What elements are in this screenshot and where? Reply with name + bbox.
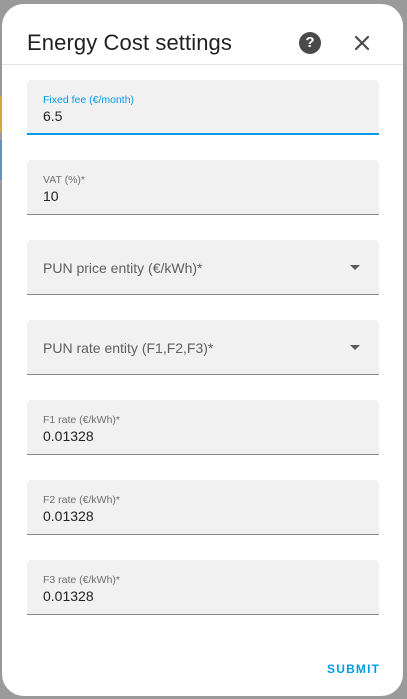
pun-rate-entity-label: PUN rate entity (F1,F2,F3)* [43, 340, 214, 356]
vat-field[interactable]: VAT (%)* 10 [27, 160, 379, 215]
dropdown-arrow-icon[interactable] [350, 265, 360, 270]
f2-rate-input[interactable]: 0.01328 [43, 508, 94, 524]
f2-rate-field[interactable]: F2 rate (€/kWh)* 0.01328 [27, 480, 379, 535]
submit-button[interactable]: SUBMIT [327, 662, 380, 676]
f2-rate-label: F2 rate (€/kWh)* [43, 494, 121, 506]
f3-rate-label: F3 rate (€/kWh)* [43, 574, 121, 586]
f3-rate-field[interactable]: F3 rate (€/kWh)* 0.01328 [27, 560, 379, 615]
dialog-title: Energy Cost settings [27, 30, 232, 55]
f1-rate-field[interactable]: F1 rate (€/kWh)* 0.01328 [27, 400, 379, 455]
pun-price-entity-label: PUN price entity (€/kWh)* [43, 260, 203, 276]
help-icon[interactable]: ? [299, 32, 321, 54]
f1-rate-label: F1 rate (€/kWh)* [43, 414, 121, 426]
pun-price-entity-select[interactable]: PUN price entity (€/kWh)* [27, 240, 379, 295]
fixed-fee-label: Fixed fee (€/month) [43, 94, 135, 106]
f1-rate-input[interactable]: 0.01328 [43, 428, 94, 444]
pun-rate-entity-select[interactable]: PUN rate entity (F1,F2,F3)* [27, 320, 379, 375]
vat-label: VAT (%)* [43, 174, 86, 186]
dialog-header: Energy Cost settings ? [2, 4, 403, 65]
dropdown-arrow-icon[interactable] [350, 345, 360, 350]
vat-input[interactable]: 10 [43, 188, 59, 204]
f3-rate-input[interactable]: 0.01328 [43, 588, 94, 604]
fixed-fee-input[interactable]: 6.5 [43, 108, 62, 124]
fixed-fee-field[interactable]: Fixed fee (€/month) 6.5 [27, 80, 379, 135]
close-icon[interactable] [351, 32, 373, 54]
energy-cost-settings-dialog: Energy Cost settings ? Fixed fee (€/mont… [2, 4, 403, 696]
